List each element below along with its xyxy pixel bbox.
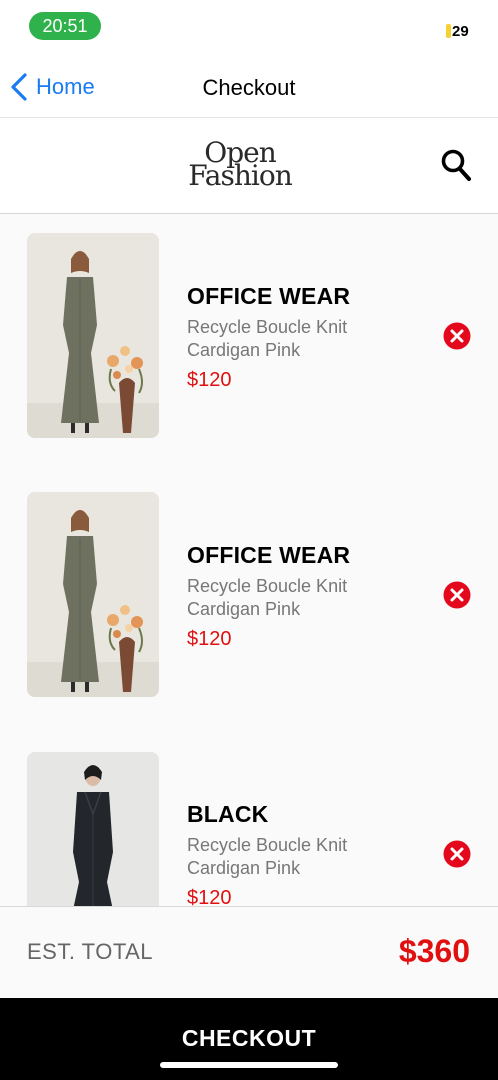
item-description: Recycle Boucle Knit Cardigan Pink xyxy=(187,835,348,878)
home-indicator[interactable] xyxy=(160,1062,338,1068)
product-image[interactable] xyxy=(27,233,159,438)
battery-level: 29 xyxy=(452,22,469,40)
item-name: OFFICE WEAR xyxy=(187,542,351,568)
cart-item: BLACK Recycle Boucle Knit Cardigan Pink … xyxy=(0,732,498,906)
checkout-screen: 20:51 29 Home Checkout Open Fashion OFFI… xyxy=(0,0,498,1080)
product-image[interactable] xyxy=(27,492,159,697)
product-photo-grey-dress xyxy=(27,492,159,697)
close-circle-icon xyxy=(443,322,471,350)
product-image[interactable] xyxy=(27,752,159,906)
total-label: EST. TOTAL xyxy=(27,939,154,964)
total-summary: EST. TOTAL $360 xyxy=(0,906,498,998)
item-description: Recycle Boucle Knit Cardigan Pink xyxy=(187,317,348,360)
status-bar: 20:51 29 xyxy=(0,0,498,52)
product-photo-black-dress xyxy=(27,752,159,906)
item-description: Recycle Boucle Knit Cardigan Pink xyxy=(187,576,348,619)
item-name: OFFICE WEAR xyxy=(187,283,351,309)
brand-header: Open Fashion xyxy=(0,118,498,214)
product-photo-grey-dress xyxy=(27,233,159,438)
search-button[interactable] xyxy=(440,148,472,182)
cart-item-list[interactable]: OFFICE WEAR Recycle Boucle Knit Cardigan… xyxy=(0,214,498,906)
item-name: BLACK xyxy=(187,801,269,827)
cart-item: OFFICE WEAR Recycle Boucle Knit Cardigan… xyxy=(0,473,498,713)
battery-indicator: 29 xyxy=(446,22,469,40)
search-icon xyxy=(441,149,471,181)
checkout-label: CHECKOUT xyxy=(181,1025,317,1051)
close-circle-icon xyxy=(443,581,471,609)
remove-item-button[interactable] xyxy=(443,322,471,350)
total-value: $360 xyxy=(398,933,470,969)
battery-icon xyxy=(446,24,451,38)
close-circle-icon xyxy=(443,840,471,868)
brand-logo[interactable]: Open Fashion xyxy=(185,139,295,192)
logo-line2: Fashion xyxy=(188,159,292,192)
remove-item-button[interactable] xyxy=(443,840,471,868)
item-price: $120 xyxy=(187,369,232,391)
page-title: Checkout xyxy=(202,75,296,100)
item-price: $120 xyxy=(187,887,232,906)
cart-item: OFFICE WEAR Recycle Boucle Knit Cardigan… xyxy=(0,214,498,454)
navigation-bar: Home Checkout xyxy=(0,52,498,118)
item-price: $120 xyxy=(187,628,232,650)
remove-item-button[interactable] xyxy=(443,581,471,609)
status-time: 20:51 xyxy=(29,12,101,40)
